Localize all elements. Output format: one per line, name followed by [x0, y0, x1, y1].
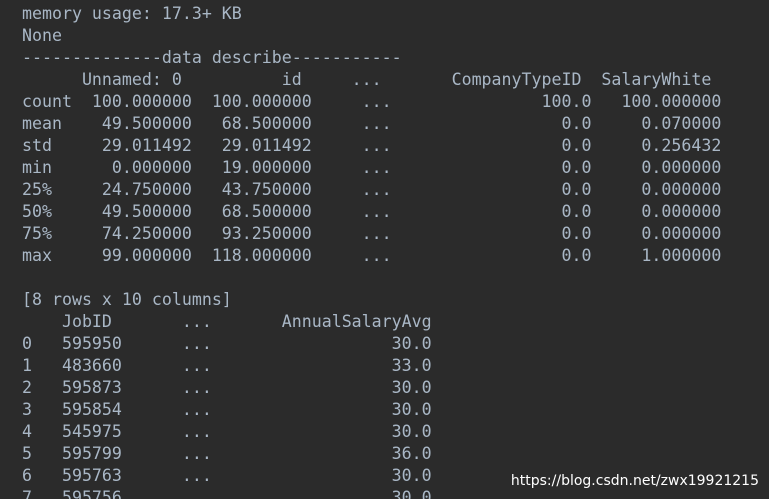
salary-table-header: JobID ... AnnualSalaryAvg — [22, 312, 432, 331]
describe-table-header: Unnamed: 0 id ... CompanyTypeID SalaryWh… — [22, 70, 712, 89]
console-line-describe-separator: --------------data describe----------- — [22, 48, 402, 67]
describe-row-75pct: 75% 74.250000 93.250000 ... 0.0 0.000000 — [22, 224, 722, 243]
salary-table-row: 0 595950 ... 30.0 — [22, 334, 432, 353]
salary-table-row: 2 595873 ... 30.0 — [22, 378, 432, 397]
watermark-url: https://blog.csdn.net/zwx19921215 — [510, 473, 759, 489]
salary-table-row: 3 595854 ... 30.0 — [22, 400, 432, 419]
describe-row-mean: mean 49.500000 68.500000 ... 0.0 0.07000… — [22, 114, 722, 133]
describe-row-max: max 99.000000 118.000000 ... 0.0 1.00000… — [22, 246, 722, 265]
describe-row-min: min 0.000000 19.000000 ... 0.0 0.000000 — [22, 158, 722, 177]
console-line-none: None — [22, 26, 62, 45]
salary-table-row: 1 483660 ... 33.0 — [22, 356, 432, 375]
describe-row-25pct: 25% 24.750000 43.750000 ... 0.0 0.000000 — [22, 180, 722, 199]
describe-row-std: std 29.011492 29.011492 ... 0.0 0.256432 — [22, 136, 722, 155]
describe-row-count: count 100.000000 100.000000 ... 100.0 10… — [22, 92, 722, 111]
salary-table-row: 5 595799 ... 36.0 — [22, 444, 432, 463]
salary-table-row: 6 595763 ... 30.0 — [22, 466, 432, 485]
console-line-memory-usage: memory usage: 17.3+ KB — [22, 4, 242, 23]
salary-table-row: 4 545975 ... 30.0 — [22, 422, 432, 441]
salary-table-row: 7 595756 ... 30.0 — [22, 488, 432, 499]
describe-shape-summary: [8 rows x 10 columns] — [22, 290, 232, 309]
console-output[interactable]: memory usage: 17.3+ KB None ------------… — [0, 0, 769, 499]
describe-row-50pct: 50% 49.500000 68.500000 ... 0.0 0.000000 — [22, 202, 722, 221]
